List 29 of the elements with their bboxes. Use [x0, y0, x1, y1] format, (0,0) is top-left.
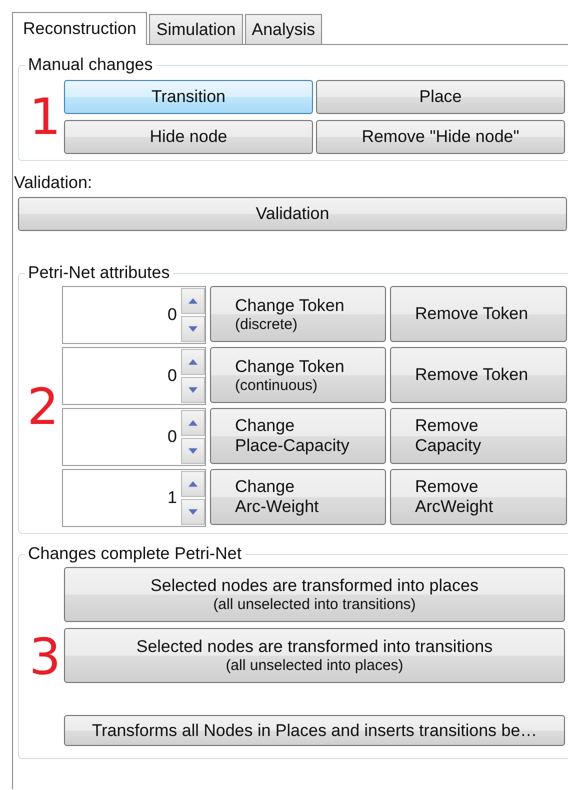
- group-title: Manual changes: [25, 55, 156, 75]
- change-button[interactable]: Change Place-Capacity: [210, 408, 386, 464]
- group-title: Changes complete Petri-Net: [25, 544, 245, 564]
- number-spinner[interactable]: 0: [62, 347, 206, 405]
- annotation-number: 2: [26, 382, 60, 432]
- remove-button[interactable]: Remove Token: [390, 347, 567, 403]
- validation-button[interactable]: Validation: [18, 197, 567, 231]
- number-spinner[interactable]: 1: [62, 469, 206, 527]
- transform-button[interactable]: Selected nodes are transformed into transitions (all unselected into places): [64, 628, 565, 683]
- transform-button[interactable]: Transforms all Nodes in Places and inserts transitions be…: [64, 715, 565, 746]
- action-button[interactable]: Hide node: [64, 120, 313, 154]
- change-button[interactable]: Change Token (discrete): [210, 286, 386, 342]
- remove-button[interactable]: Remove Capacity: [390, 408, 567, 464]
- remove-button[interactable]: Remove ArcWeight: [390, 469, 567, 525]
- section-label: Validation:: [14, 173, 94, 193]
- annotation-number: 3: [28, 632, 62, 682]
- transform-button[interactable]: Selected nodes are transformed into places (all unselected into transitions): [64, 567, 565, 622]
- tab[interactable]: Analysis: [244, 14, 322, 44]
- annotation-number: 1: [28, 92, 62, 142]
- tab[interactable]: Simulation: [149, 14, 243, 44]
- tab[interactable]: Reconstruction: [12, 12, 148, 45]
- remove-button[interactable]: Remove Token: [390, 286, 567, 342]
- action-button[interactable]: Place: [316, 80, 565, 114]
- action-button[interactable]: Remove "Hide node": [316, 120, 565, 154]
- change-button[interactable]: Change Token (continuous): [210, 347, 386, 403]
- number-spinner[interactable]: 0: [62, 286, 206, 344]
- number-spinner[interactable]: 0: [62, 408, 206, 466]
- change-button[interactable]: Change Arc-Weight: [210, 469, 386, 525]
- action-button[interactable]: Transition: [64, 80, 313, 114]
